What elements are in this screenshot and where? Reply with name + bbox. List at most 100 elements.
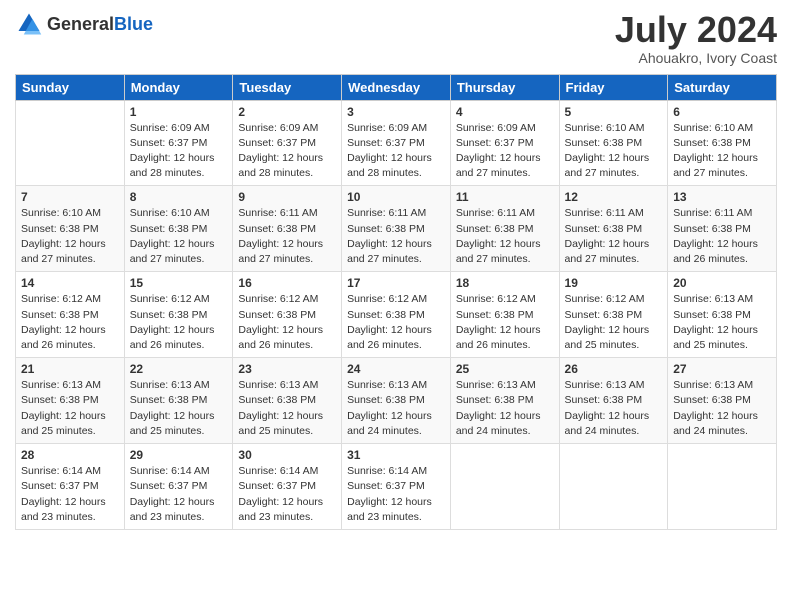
sunrise-text: Sunrise: 6:14 AM — [238, 464, 336, 479]
sunset-text: Sunset: 6:37 PM — [347, 136, 445, 151]
day-number: 27 — [673, 362, 771, 376]
sunset-text: Sunset: 6:38 PM — [565, 136, 663, 151]
header-tuesday: Tuesday — [233, 74, 342, 100]
table-row: 25 Sunrise: 6:13 AM Sunset: 6:38 PM Dayl… — [450, 358, 559, 444]
sunrise-text: Sunrise: 6:13 AM — [347, 378, 445, 393]
weekday-header-row: Sunday Monday Tuesday Wednesday Thursday… — [16, 74, 777, 100]
sunset-text: Sunset: 6:38 PM — [347, 308, 445, 323]
daylight-text: Daylight: 12 hours and 27 minutes. — [565, 237, 663, 267]
table-row: 2 Sunrise: 6:09 AM Sunset: 6:37 PM Dayli… — [233, 100, 342, 186]
daylight-text: Daylight: 12 hours and 23 minutes. — [347, 495, 445, 525]
table-row: 11 Sunrise: 6:11 AM Sunset: 6:38 PM Dayl… — [450, 186, 559, 272]
month-year: July 2024 — [615, 10, 777, 50]
calendar-body: 1 Sunrise: 6:09 AM Sunset: 6:37 PM Dayli… — [16, 100, 777, 529]
sunset-text: Sunset: 6:38 PM — [238, 308, 336, 323]
table-row: 1 Sunrise: 6:09 AM Sunset: 6:37 PM Dayli… — [124, 100, 233, 186]
day-info: Sunrise: 6:13 AM Sunset: 6:38 PM Dayligh… — [456, 378, 554, 439]
table-row — [668, 444, 777, 530]
daylight-text: Daylight: 12 hours and 26 minutes. — [21, 323, 119, 353]
sunset-text: Sunset: 6:38 PM — [673, 393, 771, 408]
sunrise-text: Sunrise: 6:12 AM — [21, 292, 119, 307]
sunrise-text: Sunrise: 6:12 AM — [456, 292, 554, 307]
sunset-text: Sunset: 6:38 PM — [456, 222, 554, 237]
sunrise-text: Sunrise: 6:11 AM — [673, 206, 771, 221]
sunrise-text: Sunrise: 6:13 AM — [673, 292, 771, 307]
day-number: 20 — [673, 276, 771, 290]
day-info: Sunrise: 6:12 AM Sunset: 6:38 PM Dayligh… — [238, 292, 336, 353]
day-number: 5 — [565, 105, 663, 119]
sunset-text: Sunset: 6:37 PM — [130, 479, 228, 494]
table-row: 17 Sunrise: 6:12 AM Sunset: 6:38 PM Dayl… — [342, 272, 451, 358]
day-info: Sunrise: 6:12 AM Sunset: 6:38 PM Dayligh… — [456, 292, 554, 353]
table-row — [450, 444, 559, 530]
day-number: 23 — [238, 362, 336, 376]
day-number: 29 — [130, 448, 228, 462]
daylight-text: Daylight: 12 hours and 24 minutes. — [565, 409, 663, 439]
table-row: 7 Sunrise: 6:10 AM Sunset: 6:38 PM Dayli… — [16, 186, 125, 272]
day-info: Sunrise: 6:12 AM Sunset: 6:38 PM Dayligh… — [21, 292, 119, 353]
daylight-text: Daylight: 12 hours and 26 minutes. — [130, 323, 228, 353]
daylight-text: Daylight: 12 hours and 27 minutes. — [565, 151, 663, 181]
day-number: 18 — [456, 276, 554, 290]
day-info: Sunrise: 6:11 AM Sunset: 6:38 PM Dayligh… — [673, 206, 771, 267]
day-info: Sunrise: 6:10 AM Sunset: 6:38 PM Dayligh… — [565, 121, 663, 182]
header-sunday: Sunday — [16, 74, 125, 100]
calendar-week-row: 7 Sunrise: 6:10 AM Sunset: 6:38 PM Dayli… — [16, 186, 777, 272]
day-info: Sunrise: 6:12 AM Sunset: 6:38 PM Dayligh… — [347, 292, 445, 353]
day-number: 6 — [673, 105, 771, 119]
daylight-text: Daylight: 12 hours and 24 minutes. — [347, 409, 445, 439]
day-number: 21 — [21, 362, 119, 376]
calendar-week-row: 21 Sunrise: 6:13 AM Sunset: 6:38 PM Dayl… — [16, 358, 777, 444]
day-number: 4 — [456, 105, 554, 119]
table-row: 19 Sunrise: 6:12 AM Sunset: 6:38 PM Dayl… — [559, 272, 668, 358]
sunrise-text: Sunrise: 6:13 AM — [456, 378, 554, 393]
sunset-text: Sunset: 6:37 PM — [21, 479, 119, 494]
logo-general: General — [47, 14, 114, 34]
sunset-text: Sunset: 6:37 PM — [238, 136, 336, 151]
table-row: 15 Sunrise: 6:12 AM Sunset: 6:38 PM Dayl… — [124, 272, 233, 358]
logo-blue: Blue — [114, 14, 153, 34]
table-row: 29 Sunrise: 6:14 AM Sunset: 6:37 PM Dayl… — [124, 444, 233, 530]
sunrise-text: Sunrise: 6:13 AM — [21, 378, 119, 393]
table-row: 31 Sunrise: 6:14 AM Sunset: 6:37 PM Dayl… — [342, 444, 451, 530]
sunset-text: Sunset: 6:38 PM — [21, 308, 119, 323]
sunrise-text: Sunrise: 6:14 AM — [130, 464, 228, 479]
sunset-text: Sunset: 6:38 PM — [21, 222, 119, 237]
day-number: 25 — [456, 362, 554, 376]
daylight-text: Daylight: 12 hours and 24 minutes. — [673, 409, 771, 439]
day-info: Sunrise: 6:11 AM Sunset: 6:38 PM Dayligh… — [347, 206, 445, 267]
day-number: 3 — [347, 105, 445, 119]
sunrise-text: Sunrise: 6:14 AM — [21, 464, 119, 479]
daylight-text: Daylight: 12 hours and 23 minutes. — [21, 495, 119, 525]
table-row: 8 Sunrise: 6:10 AM Sunset: 6:38 PM Dayli… — [124, 186, 233, 272]
day-info: Sunrise: 6:09 AM Sunset: 6:37 PM Dayligh… — [347, 121, 445, 182]
sunset-text: Sunset: 6:38 PM — [565, 308, 663, 323]
daylight-text: Daylight: 12 hours and 27 minutes. — [347, 237, 445, 267]
day-info: Sunrise: 6:11 AM Sunset: 6:38 PM Dayligh… — [565, 206, 663, 267]
sunset-text: Sunset: 6:38 PM — [565, 222, 663, 237]
calendar-page: GeneralBlue July 2024 Ahouakro, Ivory Co… — [0, 0, 792, 612]
header-friday: Friday — [559, 74, 668, 100]
day-info: Sunrise: 6:14 AM Sunset: 6:37 PM Dayligh… — [130, 464, 228, 525]
daylight-text: Daylight: 12 hours and 27 minutes. — [456, 237, 554, 267]
table-row: 27 Sunrise: 6:13 AM Sunset: 6:38 PM Dayl… — [668, 358, 777, 444]
sunset-text: Sunset: 6:38 PM — [238, 222, 336, 237]
sunrise-text: Sunrise: 6:11 AM — [456, 206, 554, 221]
day-number: 22 — [130, 362, 228, 376]
sunset-text: Sunset: 6:38 PM — [347, 393, 445, 408]
sunrise-text: Sunrise: 6:13 AM — [565, 378, 663, 393]
table-row — [16, 100, 125, 186]
day-number: 17 — [347, 276, 445, 290]
sunrise-text: Sunrise: 6:09 AM — [130, 121, 228, 136]
day-number: 28 — [21, 448, 119, 462]
day-info: Sunrise: 6:11 AM Sunset: 6:38 PM Dayligh… — [238, 206, 336, 267]
sunrise-text: Sunrise: 6:13 AM — [130, 378, 228, 393]
table-row: 6 Sunrise: 6:10 AM Sunset: 6:38 PM Dayli… — [668, 100, 777, 186]
sunrise-text: Sunrise: 6:11 AM — [238, 206, 336, 221]
header-thursday: Thursday — [450, 74, 559, 100]
sunset-text: Sunset: 6:38 PM — [238, 393, 336, 408]
table-row: 24 Sunrise: 6:13 AM Sunset: 6:38 PM Dayl… — [342, 358, 451, 444]
header: GeneralBlue July 2024 Ahouakro, Ivory Co… — [15, 10, 777, 66]
table-row — [559, 444, 668, 530]
day-info: Sunrise: 6:13 AM Sunset: 6:38 PM Dayligh… — [130, 378, 228, 439]
